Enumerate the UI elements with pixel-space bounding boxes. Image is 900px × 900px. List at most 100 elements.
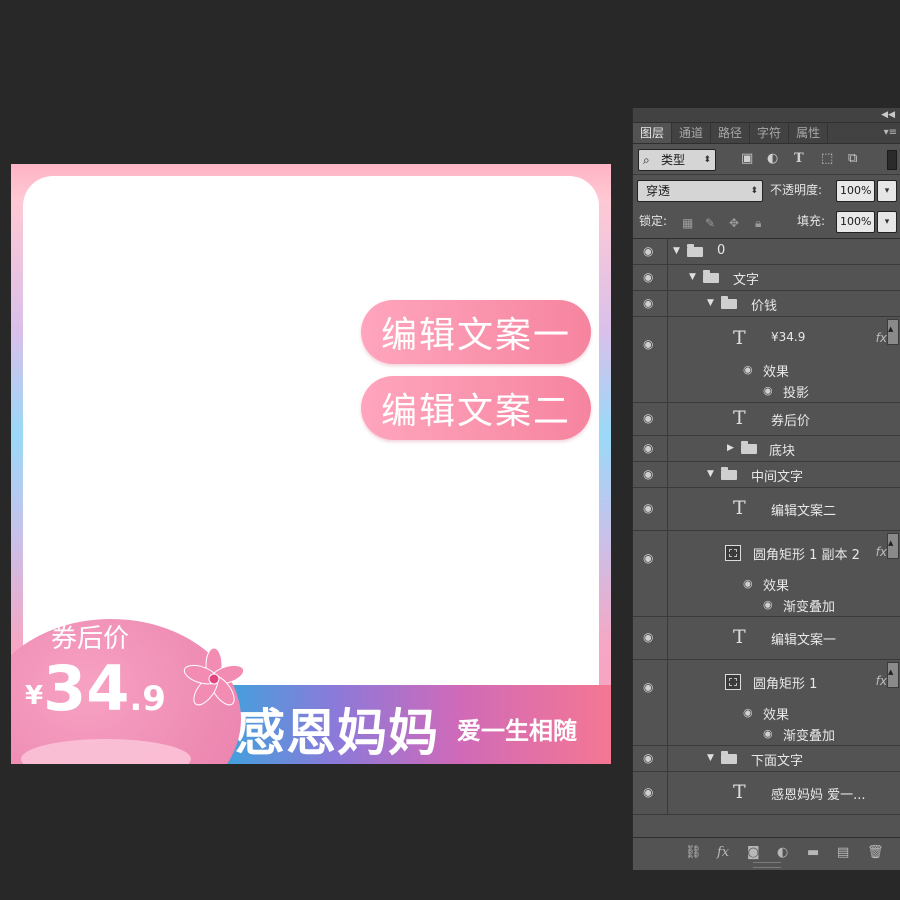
- layer-name: 中间文字: [751, 469, 804, 485]
- expand-triangle-icon[interactable]: ▼: [707, 753, 714, 763]
- visibility-cell: ◉: [633, 746, 668, 771]
- fill-dropdown-icon[interactable]: ▾: [877, 211, 897, 233]
- layer-row-group-0[interactable]: ◉ ▼ 0: [633, 239, 900, 265]
- filter-adjustment-icon[interactable]: ◐: [767, 151, 778, 166]
- filter-kind-select[interactable]: ⌕ 类型 ⬍: [638, 149, 716, 171]
- eye-icon[interactable]: ◉: [643, 680, 653, 694]
- layer-row-group-base[interactable]: ◉ ▶ 底块: [633, 436, 900, 462]
- eye-icon[interactable]: ◉: [643, 411, 653, 425]
- text-layer-icon: T: [733, 781, 746, 803]
- tab-layers[interactable]: 图层: [633, 123, 673, 143]
- eye-icon[interactable]: ◉: [643, 467, 653, 481]
- layer-row-rect[interactable]: ◉ 圆角矩形 1 fx ◉ 效果 ◉ 渐变叠加: [633, 660, 900, 746]
- visibility-cell: ◉: [633, 265, 668, 290]
- fx-icon[interactable]: fx: [876, 674, 887, 688]
- expand-triangle-icon[interactable]: ▼: [689, 272, 696, 282]
- effect-drop-shadow: 投影: [783, 386, 810, 401]
- add-mask-icon[interactable]: ◙: [747, 845, 760, 860]
- trash-icon[interactable]: 🗑︎: [867, 845, 884, 860]
- layer-row-group-middle-text[interactable]: ◉ ▼ 中间文字: [633, 462, 900, 488]
- tab-channels[interactable]: 通道: [672, 123, 712, 143]
- effect-gradient-overlay: 渐变叠加: [783, 729, 836, 744]
- fx-icon[interactable]: fx: [876, 545, 887, 559]
- panel-title-bar: ◀◀: [633, 108, 900, 123]
- lock-image-icon[interactable]: ✎: [705, 216, 715, 230]
- folder-icon: [721, 295, 737, 309]
- layer-list[interactable]: ◉ ▼ 0 ◉ ▼ 文字 ◉ ▼ 价钱 ◉ T ¥34.9 fx ◉ 效果 ◉ …: [633, 238, 900, 839]
- panel-menu-icon[interactable]: ▾≡: [884, 123, 897, 143]
- eye-icon[interactable]: ◉: [643, 296, 653, 310]
- layer-row-rect-copy[interactable]: ◉ 圆角矩形 1 副本 2 fx ◉ 效果 ◉ 渐变叠加: [633, 531, 900, 617]
- add-style-icon[interactable]: fx: [717, 845, 729, 860]
- lock-row: 锁定: ▦ ✎ ✥ 🔒︎ 填充: 100% ▾: [633, 205, 900, 237]
- layer-filter-row: ⌕ 类型 ⬍ ▣ ◐ T ⬚ ⧉: [633, 144, 900, 174]
- price: ¥34.9: [25, 652, 166, 725]
- filter-shape-icon[interactable]: ⬚: [821, 151, 833, 166]
- layer-row-price-text[interactable]: ◉ T ¥34.9 fx ◉ 效果 ◉ 投影: [633, 317, 900, 403]
- collapse-triangle-icon[interactable]: ▶: [727, 443, 734, 453]
- layer-row-group-text[interactable]: ◉ ▼ 文字: [633, 265, 900, 291]
- layers-panel-footer: ⛓︎ fx ◙ ◐ ▬ ▤ 🗑︎: [633, 837, 900, 870]
- text-layer-icon: T: [733, 497, 746, 519]
- effects-toggle-icon[interactable]: [887, 319, 899, 345]
- layer-row-group-price[interactable]: ◉ ▼ 价钱: [633, 291, 900, 317]
- layer-row-after-coupon[interactable]: ◉ T 券后价: [633, 403, 900, 436]
- eye-icon[interactable]: ◉: [763, 727, 773, 740]
- filter-type-icon[interactable]: T: [794, 151, 804, 166]
- link-layers-icon[interactable]: ⛓︎: [685, 845, 702, 860]
- eye-icon[interactable]: ◉: [643, 551, 653, 565]
- eye-icon[interactable]: ◉: [743, 577, 753, 590]
- visibility-cell: ◉: [633, 436, 668, 461]
- eye-icon[interactable]: ◉: [743, 363, 753, 376]
- layer-row-edit-1[interactable]: ◉ T 编辑文案一: [633, 617, 900, 660]
- effects-toggle-icon[interactable]: [887, 662, 899, 688]
- tab-paths[interactable]: 路径: [711, 123, 751, 143]
- layer-row-edit-2[interactable]: ◉ T 编辑文案二: [633, 488, 900, 531]
- eye-icon[interactable]: ◉: [643, 751, 653, 765]
- expand-triangle-icon[interactable]: ▼: [707, 469, 714, 479]
- collapse-panel-icon[interactable]: ◀◀: [881, 108, 895, 122]
- tab-properties[interactable]: 属性: [789, 123, 829, 143]
- new-group-icon[interactable]: ▬: [807, 845, 819, 860]
- eye-icon[interactable]: ◉: [643, 630, 653, 644]
- fill-input[interactable]: 100%: [836, 211, 875, 233]
- effects-toggle-icon[interactable]: [887, 533, 899, 559]
- new-layer-icon[interactable]: ▤: [837, 845, 849, 860]
- eye-icon[interactable]: ◉: [643, 501, 653, 515]
- expand-triangle-icon[interactable]: ▼: [707, 298, 714, 308]
- visibility-cell: ◉: [633, 291, 668, 316]
- layer-row-group-bottom-text[interactable]: ◉ ▼ 下面文字: [633, 746, 900, 772]
- blend-mode-select[interactable]: 穿透 ⬍: [637, 180, 763, 202]
- expand-triangle-icon[interactable]: ▼: [673, 246, 680, 256]
- folder-icon: [687, 243, 703, 257]
- eye-icon[interactable]: ◉: [743, 706, 753, 719]
- fill-label: 填充:: [797, 214, 826, 228]
- rounded-rectangle-icon: [725, 674, 741, 690]
- layers-panel: ◀◀ 图层 通道 路径 字符 属性 ▾≡ ⌕ 类型 ⬍ ▣ ◐ T ⬚ ⧉ 穿透…: [632, 108, 900, 870]
- layer-row-bottom-text[interactable]: ◉ T 感恩妈妈 爱一...: [633, 772, 900, 815]
- eye-icon[interactable]: ◉: [643, 244, 653, 258]
- filter-toggle-switch[interactable]: [887, 150, 897, 170]
- eye-icon[interactable]: ◉: [763, 384, 773, 397]
- visibility-cell: ◉: [633, 617, 668, 659]
- visibility-cell: ◉: [633, 488, 668, 530]
- resize-grip[interactable]: [753, 862, 781, 868]
- tab-character[interactable]: 字符: [750, 123, 790, 143]
- lock-position-icon[interactable]: ✥: [729, 216, 739, 230]
- eye-icon[interactable]: ◉: [643, 785, 653, 799]
- filter-pixel-icon[interactable]: ▣: [741, 151, 753, 166]
- eye-icon[interactable]: ◉: [763, 598, 773, 611]
- layer-name: 下面文字: [751, 753, 804, 769]
- document-canvas[interactable]: 编辑文案一 编辑文案二 感恩妈妈 爱一生相随 券后价 ¥34.9: [11, 164, 611, 764]
- eye-icon[interactable]: ◉: [643, 441, 653, 455]
- eye-icon[interactable]: ◉: [643, 337, 653, 351]
- lock-transparent-icon[interactable]: ▦: [682, 216, 693, 230]
- opacity-input[interactable]: 100%: [836, 180, 875, 202]
- fx-icon[interactable]: fx: [876, 331, 887, 345]
- bottom-gradient-banner: 感恩妈妈 爱一生相随: [207, 685, 611, 764]
- filter-smart-object-icon[interactable]: ⧉: [848, 151, 857, 166]
- lock-all-icon[interactable]: 🔒︎: [755, 216, 761, 231]
- opacity-dropdown-icon[interactable]: ▾: [877, 180, 897, 202]
- eye-icon[interactable]: ◉: [643, 270, 653, 284]
- adjustment-layer-icon[interactable]: ◐: [777, 845, 788, 860]
